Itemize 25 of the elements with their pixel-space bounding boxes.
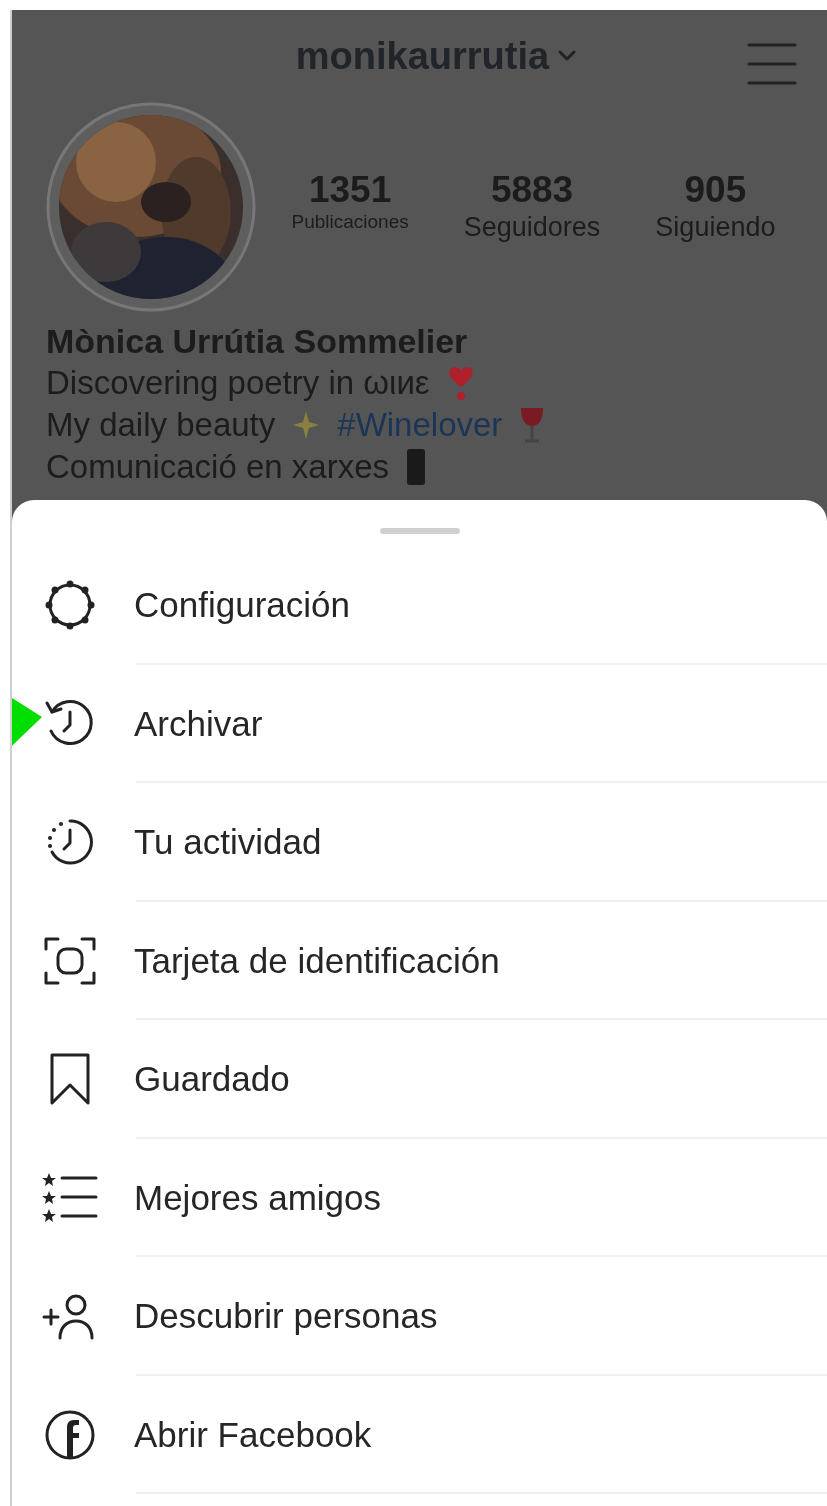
stat-label: Publicaciones	[291, 211, 409, 234]
settings-icon	[44, 579, 96, 632]
menu-item[interactable]: Tu actividad	[134, 816, 322, 869]
menu-item[interactable]: Descubrir personas	[134, 1290, 438, 1343]
menu-item[interactable]: Archivar	[134, 697, 263, 750]
star-list-icon	[42, 1171, 98, 1224]
bio-text: Discovering poetry in ωιиε	[46, 363, 430, 403]
profile-name: Mònica Urrútia Sommelier	[46, 321, 469, 362]
stat-count: 905	[683, 170, 748, 212]
chevron-icon	[557, 49, 578, 63]
bio-text: My daily beauty	[46, 405, 276, 445]
stat-count: 1351	[307, 170, 393, 212]
stat-label: Seguidores	[463, 211, 601, 244]
stat-label: Siguiendo	[655, 211, 776, 244]
phone-icon	[405, 447, 427, 487]
menu-item[interactable]: Mejores amigos	[134, 1171, 382, 1224]
bio-text: Comunicació en xarxes	[46, 447, 389, 487]
sheet-handle[interactable]	[379, 528, 460, 534]
menu-item[interactable]: Configuración	[134, 579, 350, 632]
menu-item[interactable]: Tarjeta de identificación	[134, 934, 500, 987]
bookmark-icon	[48, 1052, 92, 1107]
menu-item[interactable]: Abrir Facebook	[134, 1408, 372, 1461]
menu-icon[interactable]	[747, 42, 797, 86]
menu-item[interactable]: Guardado	[134, 1053, 290, 1106]
stat-count: 5883	[489, 170, 575, 212]
